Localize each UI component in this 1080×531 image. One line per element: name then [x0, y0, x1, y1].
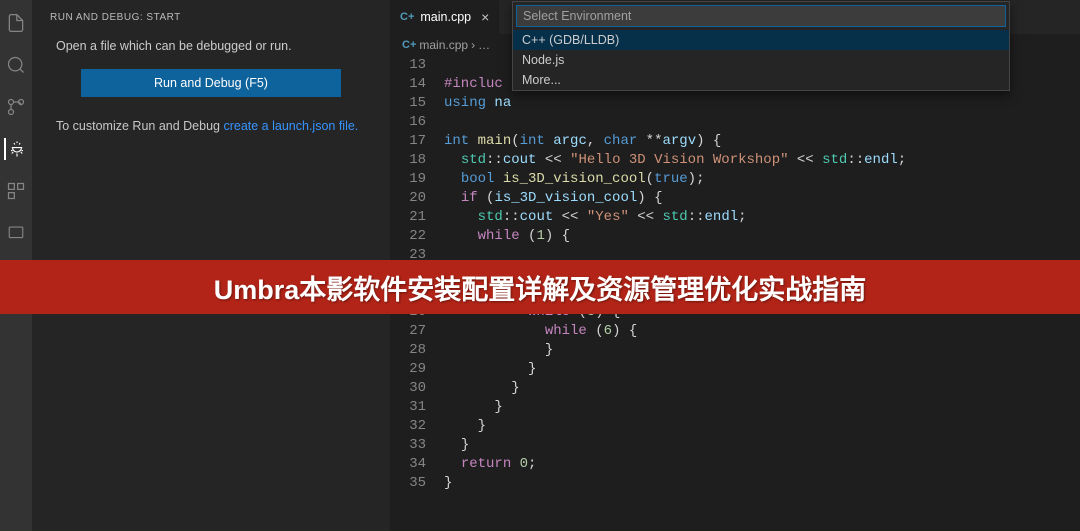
dropdown-header[interactable]: Select Environment — [516, 5, 1006, 27]
create-launch-json-link[interactable]: create a launch.json file. — [223, 119, 358, 133]
overlay-banner: Umbra本影软件安装配置详解及资源管理优化实战指南 — [0, 260, 1080, 314]
remote-icon[interactable] — [5, 222, 27, 244]
overlay-text: Umbra本影软件安装配置详解及资源管理优化实战指南 — [214, 268, 867, 307]
customize-text: To customize Run and Debug create a laun… — [32, 109, 390, 143]
tab-label: main.cpp — [420, 10, 471, 24]
source-control-icon[interactable] — [5, 96, 27, 118]
cpp-file-icon: C+ — [400, 11, 414, 23]
files-icon[interactable] — [5, 12, 27, 34]
search-icon[interactable] — [5, 54, 27, 76]
extensions-icon[interactable] — [5, 180, 27, 202]
run-and-debug-button[interactable]: Run and Debug (F5) — [81, 69, 341, 97]
cpp-file-icon: C+ — [402, 39, 416, 51]
tab-main-cpp[interactable]: C+ main.cpp × — [390, 0, 499, 34]
dropdown-item[interactable]: C++ (GDB/LLDB) — [513, 30, 1009, 50]
select-environment-dropdown: Select Environment C++ (GDB/LLDB)Node.js… — [512, 1, 1010, 91]
open-file-text: Open a file which can be debugged or run… — [32, 33, 390, 57]
sidebar-title: RUN AND DEBUG: START — [32, 8, 390, 33]
dropdown-item[interactable]: Node.js — [513, 50, 1009, 70]
run-debug-icon[interactable] — [4, 138, 26, 160]
close-icon[interactable]: × — [481, 9, 489, 25]
dropdown-item[interactable]: More... — [513, 70, 1009, 90]
